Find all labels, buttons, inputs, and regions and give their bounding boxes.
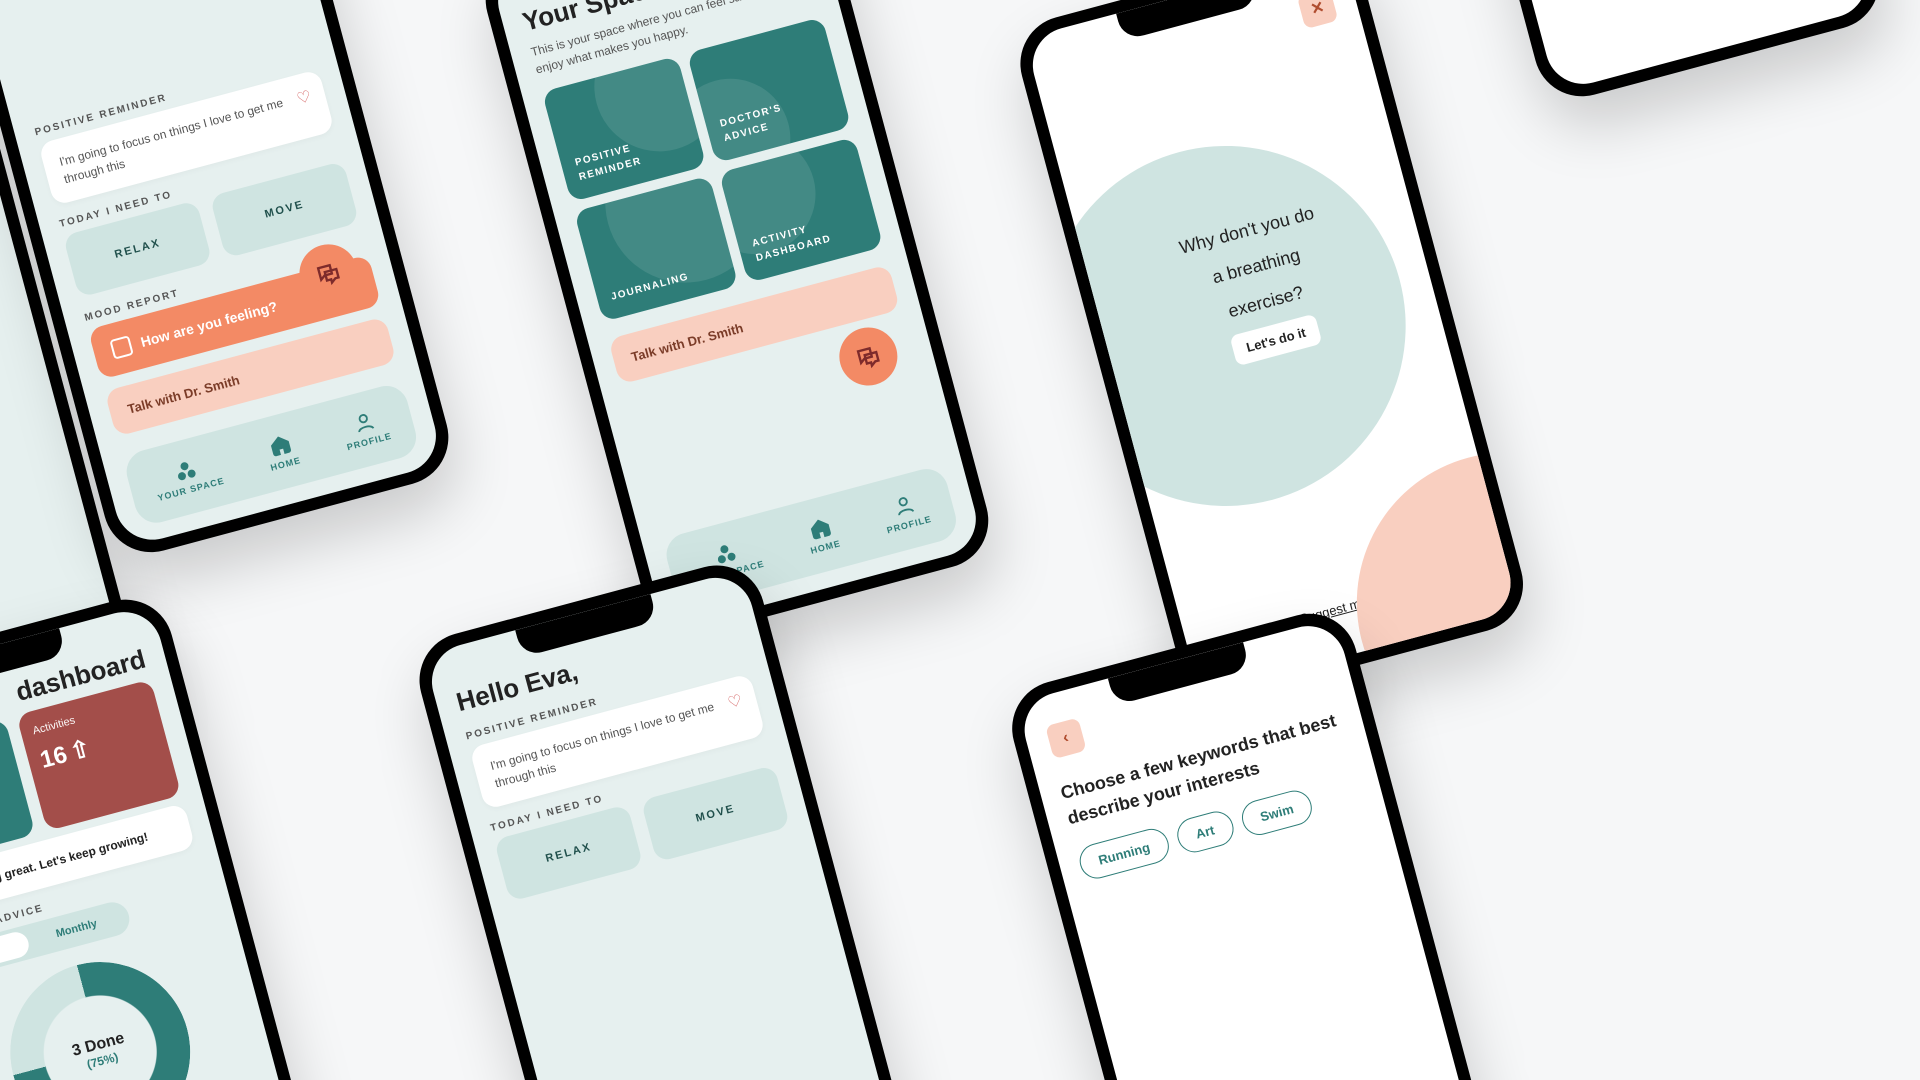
up-arrow-icon: ⇧: [67, 734, 94, 767]
nav-profile[interactable]: PROFILE: [879, 489, 933, 536]
close-icon: ✕: [1309, 0, 1327, 20]
nav-home[interactable]: HOME: [803, 513, 842, 556]
chip-swim[interactable]: Swim: [1238, 787, 1317, 839]
your-space-icon: [172, 456, 199, 483]
your-space-icon: [712, 540, 739, 567]
profile-icon: [891, 492, 918, 519]
phone-dashboard: dashboard od ⇧ Activities 16⇧ You are do…: [0, 589, 342, 1080]
chevron-left-icon: ‹: [1061, 729, 1071, 748]
phone-keywords: ‹ Choose a few keywords that best descri…: [1001, 603, 1525, 1080]
tile-doctors-advice[interactable]: DOCTOR'S ADVICE: [687, 17, 852, 163]
profile-icon: [351, 409, 378, 436]
phone-breathing: ✕ Why don't you do a breathing exercise?…: [1010, 0, 1534, 710]
advice-donut: 3 Done (75%): [0, 942, 210, 1080]
scan-icon: [109, 335, 133, 359]
close-button[interactable]: ✕: [1297, 0, 1339, 29]
nav-profile[interactable]: PROFILE: [339, 406, 393, 453]
chat-fab[interactable]: [833, 321, 904, 392]
home-icon: [807, 514, 834, 541]
nav-your-space[interactable]: YOUR SPACE: [150, 450, 226, 503]
nav-home[interactable]: HOME: [263, 430, 302, 473]
chat-icon: [852, 341, 884, 373]
tile-positive-reminder[interactable]: POSITIVE REMINDER: [542, 56, 707, 202]
chat-icon: [313, 257, 345, 289]
phone-your-space: Your Space This is your space where you …: [475, 0, 999, 646]
chip-running[interactable]: Running: [1076, 825, 1173, 882]
chip-art[interactable]: Art: [1173, 808, 1237, 857]
home-icon: [267, 431, 294, 458]
phone-home: Hello Eva, POSITIVE REMINDER ♡ I'm going…: [409, 555, 933, 1080]
